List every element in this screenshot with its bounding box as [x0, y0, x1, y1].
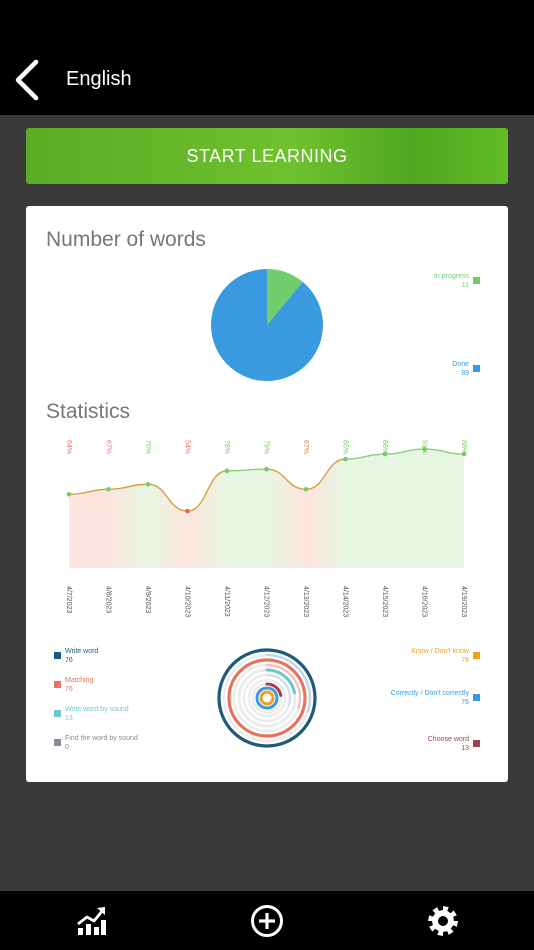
date-label: 4/19/2023 — [460, 586, 467, 617]
percent-label: 54% — [184, 440, 191, 454]
percent-label: 67% — [302, 440, 309, 454]
legend-choose-word: Choose word 13 — [428, 735, 469, 753]
legend-correctly-label: Correctly / Don't correctly — [390, 690, 469, 697]
legend-done-swatch — [473, 365, 480, 372]
date-label: 4/11/2023 — [223, 586, 230, 617]
area-point — [303, 486, 309, 492]
date-label: 4/8/2023 — [105, 586, 112, 613]
percent-label: 88% — [460, 440, 467, 454]
legend-find-by-sound-label: Find the word by sound — [65, 735, 138, 742]
add-circle-icon — [251, 904, 283, 937]
date-label: 4/13/2023 — [302, 586, 309, 617]
legend-find-by-sound-swatch — [54, 739, 61, 746]
area-point — [185, 508, 190, 514]
date-label: 4/9/2023 — [144, 586, 151, 613]
trending-up-icon — [77, 906, 106, 935]
statistics-card: Number of words In progress 11 Done 89 S… — [26, 206, 508, 782]
statistics-section-title: Statistics — [46, 400, 131, 423]
legend-write-word-label: Write word — [65, 648, 99, 655]
legend-know-swatch — [473, 652, 480, 659]
legend-choose-word-label: Choose word — [427, 736, 469, 743]
legend-know-label: Know / Don't know — [411, 648, 469, 655]
legend-in-progress: In progress 11 — [434, 272, 469, 290]
date-label: 4/16/2023 — [421, 586, 428, 617]
area-point — [66, 492, 72, 497]
area-point — [224, 468, 230, 474]
legend-in-progress-swatch — [473, 277, 480, 284]
percent-label: 91% — [421, 440, 428, 454]
statistics-area-chart: 64% 67% 70% 54% 78% 79% 67% 85% 88% 91% 88% 4/7/202… — [65, 440, 467, 617]
legend-find-by-sound: Find the word by sound 0 — [65, 734, 138, 752]
date-label: 4/10/2023 — [184, 586, 191, 617]
legend-matching-swatch — [54, 681, 61, 688]
bottom-tab-bar — [0, 891, 534, 950]
legend-find-by-sound-value: 0 — [65, 744, 69, 751]
legend-write-by-sound: Write word by sound 13 — [65, 705, 129, 723]
percent-label: 79% — [263, 440, 270, 454]
legend-correctly: Correctly / Don't correctly 76 — [391, 689, 469, 707]
words-section-title: Number of words — [46, 228, 206, 251]
chevron-left-icon — [15, 59, 39, 101]
percent-label: 64% — [65, 440, 72, 454]
legend-in-progress-label: In progress — [433, 273, 469, 280]
percent-label: 67% — [105, 440, 112, 454]
pie-slice-1 — [211, 269, 323, 381]
gear-icon — [428, 905, 458, 936]
legend-write-by-sound-swatch — [54, 710, 61, 717]
ring-progress — [259, 690, 275, 706]
start-learning-button[interactable]: START LEARNING — [26, 128, 508, 184]
area-point — [264, 466, 269, 472]
back-button[interactable] — [8, 56, 48, 104]
tab-settings[interactable] — [413, 891, 473, 950]
area-point — [145, 481, 151, 487]
activity-rings-chart — [217, 648, 317, 748]
legend-correctly-value: 76 — [461, 699, 469, 706]
date-label: 4/7/2023 — [65, 586, 72, 613]
legend-choose-word-swatch — [473, 740, 480, 747]
legend-done-value: 89 — [461, 370, 469, 377]
legend-know-value: 76 — [461, 657, 469, 664]
date-label: 4/12/2023 — [263, 586, 270, 617]
percent-label: 78% — [223, 440, 230, 454]
legend-write-word: Write word 76 — [65, 647, 98, 665]
legend-in-progress-value: 11 — [461, 282, 469, 289]
legend-matching: Matching 76 — [65, 676, 93, 694]
date-label: 4/14/2023 — [342, 586, 349, 617]
percent-label: 88% — [381, 440, 388, 454]
top-bar: English — [0, 0, 534, 115]
date-label: 4/15/2023 — [381, 586, 388, 617]
legend-done-label: Done — [452, 361, 469, 368]
legend-write-by-sound-value: 13 — [65, 715, 73, 722]
legend-write-by-sound-label: Write word by sound — [65, 706, 129, 713]
tab-add[interactable] — [237, 891, 297, 950]
legend-matching-label: Matching — [65, 677, 94, 684]
area-point — [106, 486, 111, 492]
legend-write-word-swatch — [54, 652, 61, 659]
legend-know: Know / Don't know 76 — [411, 647, 469, 665]
legend-matching-value: 76 — [65, 686, 73, 693]
legend-write-word-value: 76 — [65, 657, 73, 664]
tab-statistics[interactable] — [61, 891, 121, 950]
percent-label: 85% — [342, 440, 349, 454]
page-title: English — [66, 68, 132, 90]
legend-choose-word-value: 13 — [461, 745, 469, 752]
legend-done: Done 89 — [452, 360, 469, 378]
percent-label: 70% — [144, 440, 151, 454]
legend-correctly-swatch — [473, 694, 480, 701]
area-point — [343, 456, 348, 462]
